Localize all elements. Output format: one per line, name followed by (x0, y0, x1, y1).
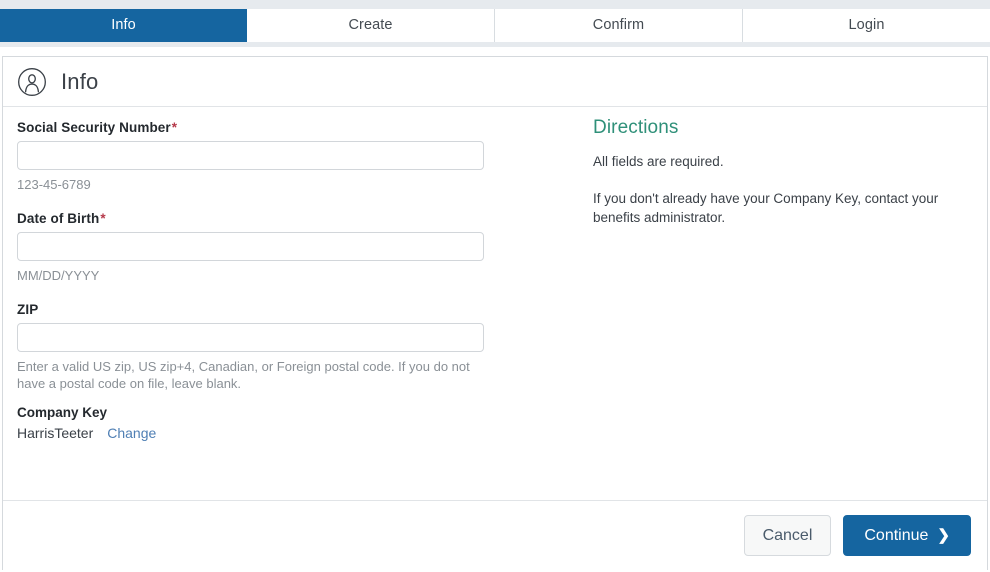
user-circle-icon (18, 67, 46, 96)
ssn-label-text: Social Security Number (17, 120, 171, 135)
field-company-key: Company Key HarrisTeeter Change (17, 405, 487, 441)
card-header: Info (3, 57, 987, 107)
tab-login[interactable]: Login (743, 9, 990, 42)
ssn-input[interactable] (17, 141, 484, 170)
continue-button[interactable]: Continue ❯ (843, 515, 971, 556)
cancel-button[interactable]: Cancel (743, 515, 832, 556)
form-column: Social Security Number* 123-45-6789 Date… (17, 120, 487, 441)
wizard-tabstrip: Info Create Confirm Login (0, 9, 990, 42)
card-body: Social Security Number* 123-45-6789 Date… (3, 107, 987, 499)
company-key-row: HarrisTeeter Change (17, 425, 487, 441)
zip-input[interactable] (17, 323, 484, 352)
continue-button-label: Continue (864, 526, 929, 544)
page-title: Info (61, 68, 99, 94)
directions-title: Directions (593, 117, 679, 138)
company-key-label: Company Key (17, 405, 108, 420)
dob-helper-text: MM/DD/YYYY (17, 268, 100, 283)
field-zip: ZIP Enter a valid US zip, US zip+4, Cana… (17, 302, 487, 392)
dob-input[interactable] (17, 232, 484, 261)
zip-helper-text: Enter a valid US zip, US zip+4, Canadian… (17, 359, 470, 391)
directions-paragraph-2: If you don't already have your Company K… (593, 191, 939, 225)
ssn-helper-text: 123-45-6789 (17, 177, 91, 192)
tab-create[interactable]: Create (247, 9, 495, 42)
zip-label: ZIP (17, 302, 39, 317)
dob-label-text: Date of Birth (17, 211, 100, 226)
company-key-value: HarrisTeeter (17, 425, 94, 441)
ssn-required-marker: * (171, 120, 178, 135)
card-footer: Cancel Continue ❯ (3, 500, 987, 570)
company-key-change-link[interactable]: Change (107, 425, 156, 441)
registration-wizard-page: Info Create Confirm Login Info Social Se… (0, 0, 990, 572)
tab-confirm[interactable]: Confirm (495, 9, 743, 42)
field-social-security-number: Social Security Number* 123-45-6789 (17, 120, 487, 193)
tab-info[interactable]: Info (0, 9, 247, 42)
directions-panel: Directions All fields are required. If y… (593, 117, 978, 227)
directions-paragraph-1: All fields are required. (593, 154, 724, 169)
dob-required-marker: * (100, 211, 106, 226)
chevron-right-icon: ❯ (937, 527, 950, 544)
wizard-tabstrip-container: Info Create Confirm Login (0, 0, 990, 47)
ssn-label: Social Security Number* (17, 120, 487, 135)
info-card: Info Social Security Number* 123-45-6789 (2, 56, 988, 570)
dob-label: Date of Birth* (17, 211, 487, 226)
field-date-of-birth: Date of Birth* MM/DD/YYYY (17, 211, 487, 284)
